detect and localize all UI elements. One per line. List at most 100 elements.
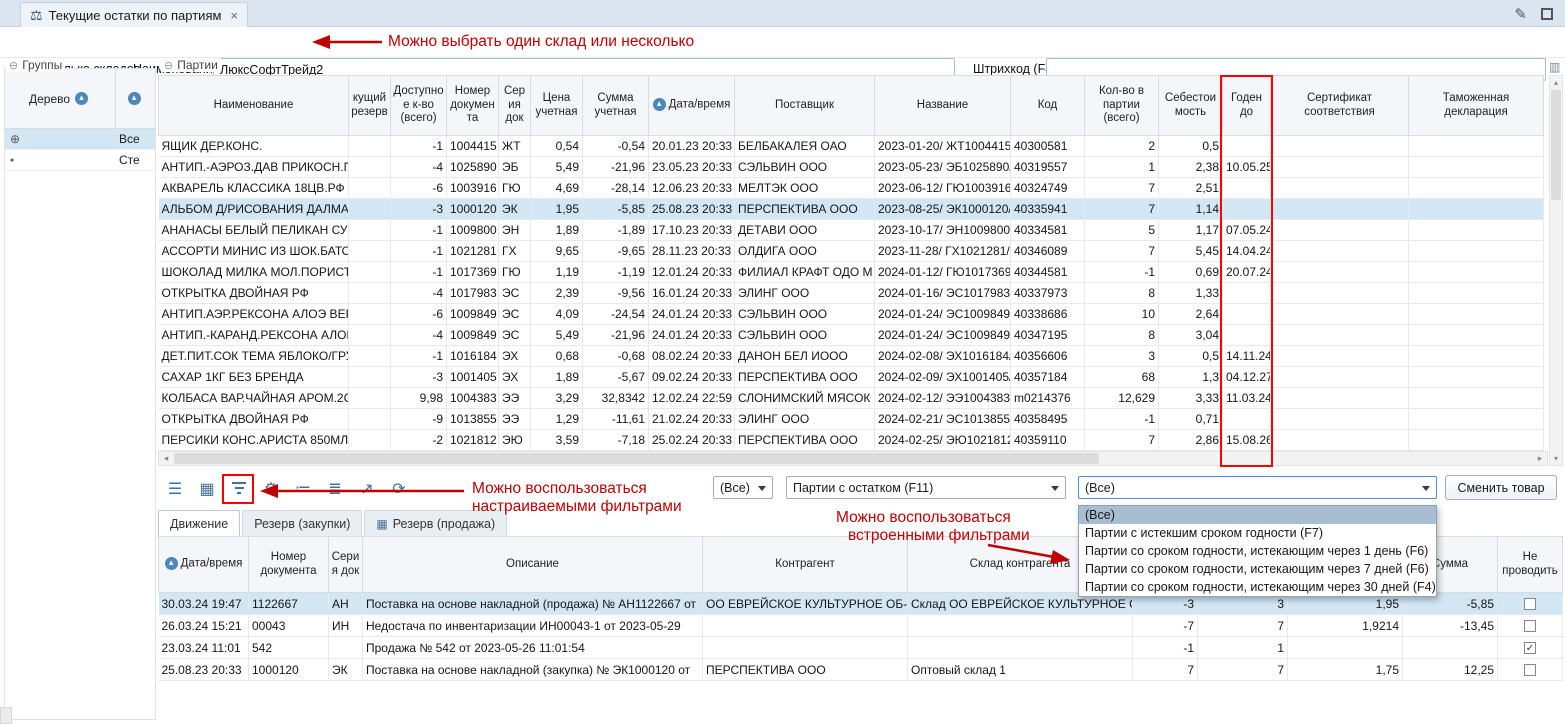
filter-combo-small[interactable]: (Все) — [713, 476, 773, 499]
column-header[interactable]: Код — [1011, 76, 1085, 136]
export-icon[interactable]: ↗ — [354, 476, 380, 502]
column-header[interactable]: Номер документа — [249, 537, 329, 593]
column-header[interactable]: Доступное к-во (всего) — [391, 76, 447, 136]
scroll-down-icon[interactable] — [1550, 452, 1562, 465]
cell — [1409, 136, 1544, 157]
cell: ОЛДИГА ООО — [735, 241, 875, 262]
no-conduct-checkbox[interactable] — [1524, 620, 1536, 632]
list-view-icon[interactable]: ☰ — [162, 476, 188, 502]
column-header[interactable]: Название — [875, 76, 1011, 136]
column-header[interactable]: Наименование — [159, 76, 349, 136]
table-row[interactable]: АНТИП.-КАРАНД.РЕКСОНА АЛОЕ ВЕ-41009849ЭС… — [159, 325, 1544, 346]
refresh-icon[interactable]: ⟳ — [386, 476, 412, 502]
cell: ДЕТ.ПИТ.СОК ТЕМА ЯБЛОКО/ГРУША — [159, 346, 349, 367]
tree-item[interactable]: ⊕Все — [5, 129, 155, 150]
subtab[interactable]: ▦Резерв (продажа) — [364, 510, 507, 536]
filter-list-icon[interactable]: ≣ — [322, 476, 348, 502]
table-view-icon[interactable]: ▦ — [194, 476, 220, 502]
column-header[interactable]: Сумма учетная — [583, 76, 649, 136]
scrollbar-thumb[interactable] — [1551, 90, 1561, 200]
column-header[interactable]: Серия док — [329, 537, 363, 593]
sort-icon[interactable] — [128, 92, 141, 105]
cell: 11.03.24 — [1223, 388, 1271, 409]
column-header[interactable]: кущий резерв — [349, 76, 391, 136]
tree-column-header[interactable]: Дерево — [5, 69, 116, 128]
tree-column-header-2[interactable] — [116, 69, 155, 128]
table-row[interactable]: 26.03.24 15:2100043ИННедостача по инвент… — [159, 615, 1563, 637]
scrollbar-thumb[interactable] — [174, 453, 1099, 464]
column-header[interactable]: Годен до — [1223, 76, 1271, 136]
barcode-icon[interactable]: ▥ — [1549, 60, 1560, 74]
dropdown-item[interactable]: Партии с истекшим сроком годности (F7) — [1079, 524, 1436, 542]
horizontal-scrollbar[interactable] — [158, 451, 1548, 466]
cell: ОТКРЫТКА ДВОЙНАЯ РФ — [159, 409, 349, 430]
column-header[interactable]: Дата/время — [649, 76, 735, 136]
table-row[interactable]: САХАР 1КГ БЕЗ БРЕНДА-31001405ЭХ1,89-5,67… — [159, 367, 1544, 388]
cell: 10 — [1085, 304, 1159, 325]
stock-filter-combo[interactable]: Партии с остатком (F11) — [786, 476, 1066, 499]
vertical-scrollbar[interactable] — [1549, 75, 1563, 466]
table-row[interactable]: АКВАРЕЛЬ КЛАССИКА 18ЦВ.РФ №1-61003916ГЮ4… — [159, 178, 1544, 199]
column-header[interactable]: Поставщик — [735, 76, 875, 136]
no-conduct-checkbox[interactable] — [1524, 598, 1536, 610]
tree-item[interactable]: ●Сте — [5, 150, 155, 171]
column-header[interactable]: Контрагент — [703, 537, 908, 593]
cell: 40358495 — [1011, 409, 1085, 430]
subtab[interactable]: Движение — [158, 510, 240, 536]
cell: 2024-02-12/ ЭЭ1004383/ — [875, 388, 1011, 409]
cell: -0,54 — [583, 136, 649, 157]
column-header[interactable]: Себестоимость — [1159, 76, 1223, 136]
sort-icon[interactable] — [165, 557, 178, 570]
maximize-icon[interactable] — [1541, 8, 1553, 20]
column-header[interactable]: Сертификат соответствия — [1271, 76, 1409, 136]
column-header[interactable]: Описание — [363, 537, 703, 593]
dropdown-item[interactable]: Партии со сроком годности, истекающим че… — [1079, 542, 1436, 560]
scroll-up-icon[interactable] — [1550, 76, 1562, 89]
column-header[interactable]: Таможенная декларация — [1409, 76, 1544, 136]
tab-close-icon[interactable]: × — [230, 8, 238, 23]
table-row[interactable]: КОЛБАСА ВАР.ЧАЙНАЯ АРОМ.2С ГА9,981004383… — [159, 388, 1544, 409]
tab-current-batch-balances[interactable]: ⚖ Текущие остатки по партиям × — [20, 2, 248, 27]
table-row[interactable]: АНАНАСЫ БЕЛЫЙ ПЕЛИКАН СУШ.К-11009800ЭН1,… — [159, 220, 1544, 241]
table-row[interactable]: ШОКОЛАД МИЛКА МОЛ.ПОРИСТЫ-11017369ГЮ1,19… — [159, 262, 1544, 283]
table-row[interactable]: АССОРТИ МИНИС ИЗ ШОК.БАТОНЧ-11021281ГХ9,… — [159, 241, 1544, 262]
no-conduct-checkbox[interactable]: ✓ — [1524, 642, 1536, 654]
column-header[interactable]: Серия док — [499, 76, 531, 136]
table-row[interactable]: ДЕТ.ПИТ.СОК ТЕМА ЯБЛОКО/ГРУША-11016184ЭХ… — [159, 346, 1544, 367]
column-header[interactable]: Цена учетная — [531, 76, 583, 136]
scroll-left-icon[interactable] — [159, 452, 173, 465]
cell — [349, 388, 391, 409]
collapse-icon[interactable]: ⊖ — [9, 59, 18, 72]
table-row[interactable]: ОТКРЫТКА ДВОЙНАЯ РФ-91013855ЭЭ1,29-11,61… — [159, 409, 1544, 430]
column-header[interactable]: Кол-во в партии (всего) — [1085, 76, 1159, 136]
sort-icon[interactable] — [653, 98, 666, 111]
table-row[interactable]: АНТИП.-АЭРОЗ.ДАВ ПРИКОСН.ПРИ-41025890ЭБ5… — [159, 157, 1544, 178]
tree-node-icon[interactable]: ● — [5, 157, 116, 164]
column-header[interactable]: Номер документа — [447, 76, 499, 136]
sort-icon[interactable] — [75, 92, 88, 105]
table-row[interactable]: ОТКРЫТКА ДВОЙНАЯ РФ-41017983ЭС2,39-9,561… — [159, 283, 1544, 304]
dropdown-item[interactable]: (Все) — [1079, 506, 1436, 524]
change-product-button[interactable]: Сменить товар — [1445, 475, 1557, 500]
table-row[interactable]: ЯЩИК ДЕР.КОНС.-11004415ЖТ0,54-0,5420.01.… — [159, 136, 1544, 157]
dropdown-item[interactable]: Партии со сроком годности, истекающим че… — [1079, 560, 1436, 578]
settings-gear-icon[interactable]: ⚙ — [258, 476, 284, 502]
custom-filter-icon[interactable] — [226, 476, 252, 502]
scroll-right-icon[interactable] — [1533, 452, 1547, 465]
table-row[interactable]: АЛЬБОМ Д/РИСОВАНИЯ ДАЛМАТИ-31000120ЭК1,9… — [159, 199, 1544, 220]
column-header[interactable]: Не проводить — [1498, 537, 1563, 593]
table-row[interactable]: ПЕРСИКИ КОНС.АРИСТА 850МЛ АР-21021812ЭЮ3… — [159, 430, 1544, 451]
builtin-filter-combo[interactable]: (Все) — [1078, 476, 1437, 499]
collapse-icon[interactable]: ⊖ — [164, 59, 173, 72]
cell: 20.01.23 20:33 — [649, 136, 735, 157]
table-row[interactable]: 23.03.24 11:01542Продажа № 542 от 2023-0… — [159, 637, 1563, 659]
subtab[interactable]: Резерв (закупки) — [242, 510, 362, 536]
dropdown-item[interactable]: Партии со сроком годности, истекающим че… — [1079, 578, 1436, 596]
edit-pencil-icon[interactable]: ✎ — [1514, 5, 1527, 23]
table-row[interactable]: АНТИП.АЭР.РЕКСОНА АЛОЭ ВЕРА 1-61009849ЭС… — [159, 304, 1544, 325]
table-row[interactable]: 25.08.23 20:331000120ЭКПоставка на основ… — [159, 659, 1563, 681]
column-header[interactable]: Дата/время — [159, 537, 249, 593]
no-conduct-checkbox[interactable] — [1524, 664, 1536, 676]
tree-node-icon[interactable]: ⊕ — [5, 132, 116, 146]
numbered-list-icon[interactable]: ≔ — [290, 476, 316, 502]
